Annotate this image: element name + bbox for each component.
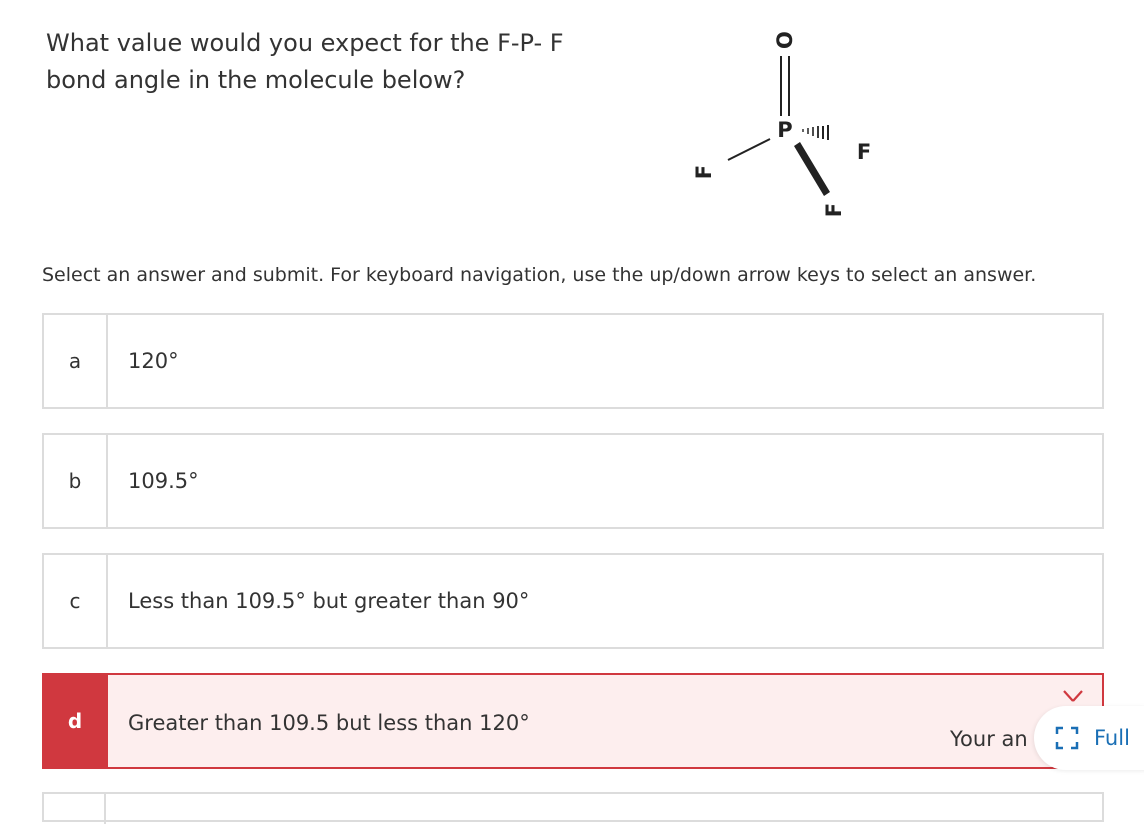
option-letter: c (44, 555, 108, 647)
option-divider (104, 794, 106, 824)
atom-phosphorus: P (777, 118, 792, 142)
question-text: What value would you expect for the F-P-… (46, 25, 606, 99)
wedge-bond (794, 142, 830, 196)
incorrect-x-icon (1063, 690, 1083, 702)
question-line-2: bond angle in the molecule below? (46, 66, 466, 94)
fullscreen-label: Full (1094, 726, 1130, 750)
atom-fluorine-bottom: F (822, 203, 846, 217)
fullscreen-button[interactable]: Full (1034, 706, 1144, 770)
hashed-bond (802, 125, 829, 140)
bond-left (727, 138, 771, 161)
answer-option-d[interactable]: d Greater than 109.5 but less than 120° (42, 673, 1104, 769)
answer-feedback-text: Your an (950, 727, 1028, 751)
instruction-text: Select an answer and submit. For keyboar… (42, 264, 1037, 286)
option-letter: a (44, 315, 108, 407)
answer-option-partial[interactable] (42, 792, 1104, 824)
answer-option-a[interactable]: a 120° (42, 313, 1104, 409)
question-line-1: What value would you expect for the F-P-… (46, 29, 564, 57)
option-text: 109.5° (128, 469, 199, 493)
option-letter: b (44, 435, 108, 527)
option-text: Greater than 109.5 but less than 120° (128, 711, 530, 735)
option-text: 120° (128, 349, 179, 373)
answer-option-b[interactable]: b 109.5° (42, 433, 1104, 529)
atom-fluorine-left: F (692, 165, 716, 179)
atom-fluorine-right: F (857, 140, 871, 164)
atom-oxygen: O (773, 31, 797, 49)
molecule-diagram: O P F F F (692, 31, 871, 217)
answer-option-c[interactable]: c Less than 109.5° but greater than 90° (42, 553, 1104, 649)
option-letter: d (44, 675, 108, 767)
fullscreen-icon (1055, 726, 1079, 750)
option-text: Less than 109.5° but greater than 90° (128, 589, 530, 613)
